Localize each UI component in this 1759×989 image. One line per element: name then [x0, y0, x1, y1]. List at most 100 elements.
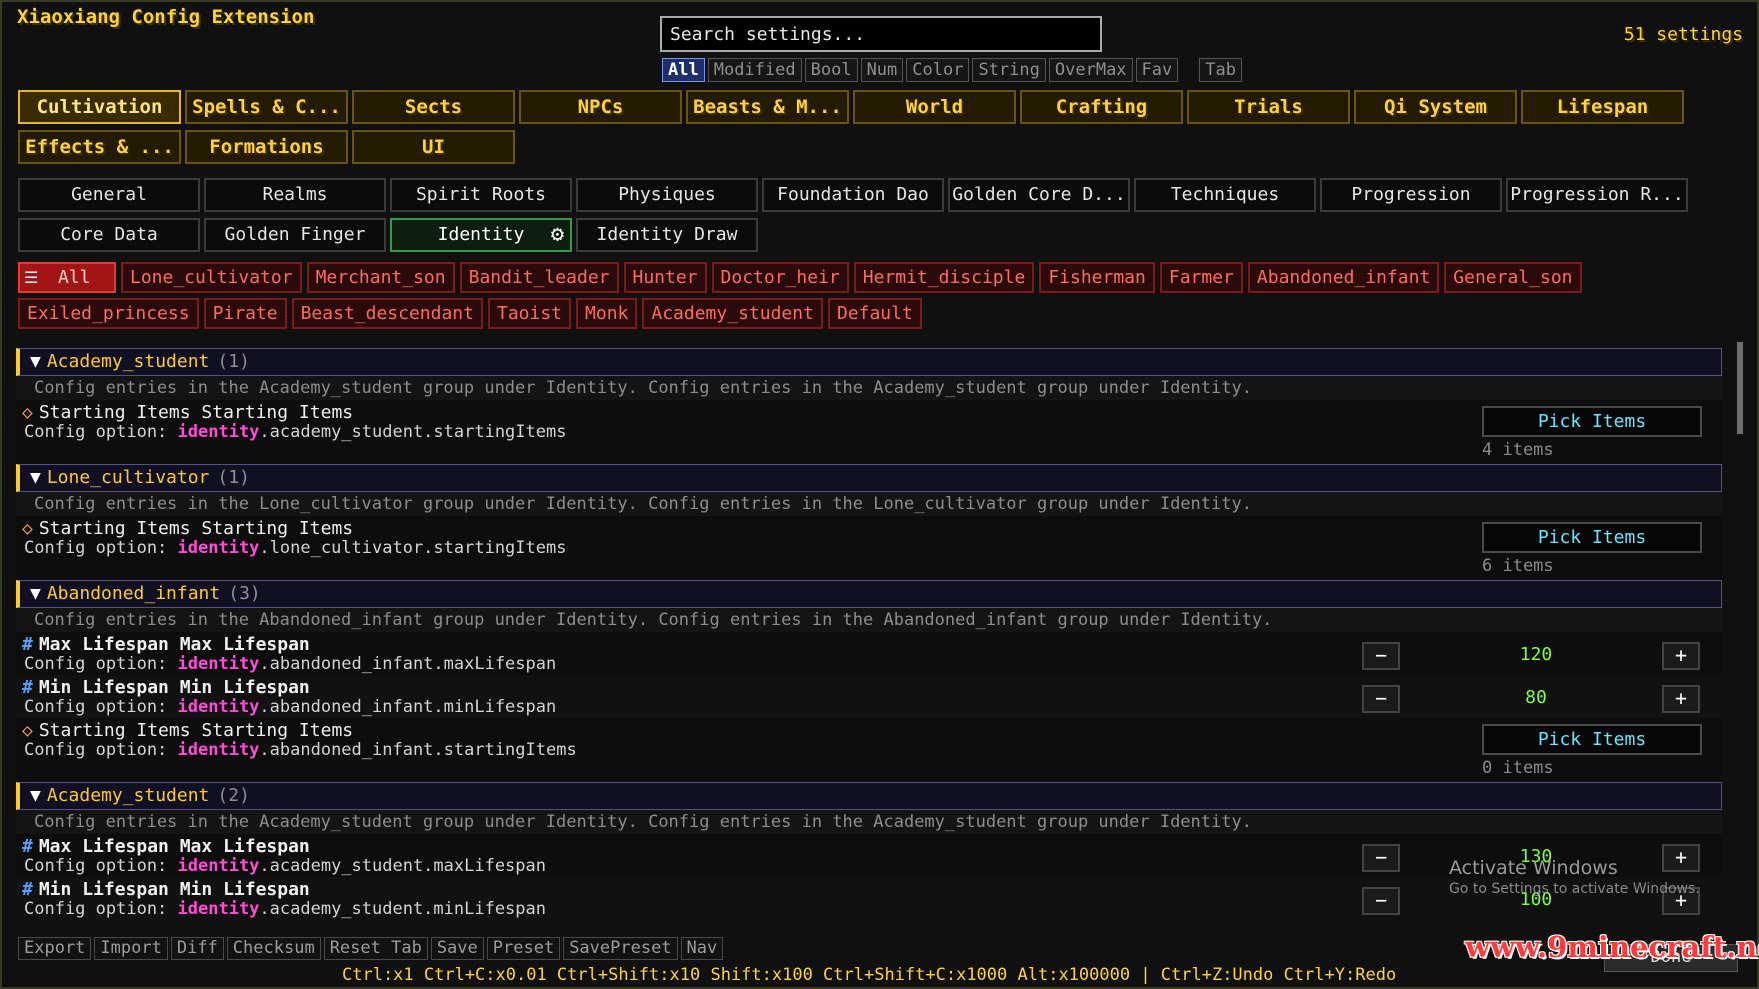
group-header[interactable]: ▼ Academy_student (2) [16, 782, 1722, 810]
triangle-down-icon[interactable]: ▼ [30, 467, 41, 488]
entry-label: Max Lifespan Max Lifespan [38, 836, 310, 857]
identity-filter[interactable]: Fisherman [1039, 262, 1155, 293]
subtab[interactable]: Realms [204, 178, 386, 212]
toolbar-button-diff[interactable]: Diff [170, 937, 224, 960]
subtab[interactable]: Spirit Roots [390, 178, 572, 212]
settings-list[interactable]: ▼ Academy_student (1) Config entries in the… [16, 348, 1722, 940]
identity-filter[interactable]: Default [827, 298, 922, 329]
filter-tab[interactable]: Tab [1199, 58, 1242, 82]
decrement-button[interactable]: − [1362, 685, 1400, 713]
gear-icon[interactable]: ⚙ [551, 223, 564, 247]
filter-all[interactable]: All [662, 58, 705, 82]
subtab-label: Foundation Dao [777, 184, 929, 205]
subtab[interactable]: Golden Core D... [948, 178, 1130, 212]
subtab[interactable]: Identity Draw [576, 218, 758, 252]
category-row-2: Effects & ... Formations UI [18, 130, 515, 164]
decrement-button[interactable]: − [1362, 642, 1400, 670]
category-tab[interactable]: Lifespan [1521, 90, 1684, 124]
toolbar-button-save[interactable]: Save [430, 937, 484, 960]
category-tab[interactable]: Beasts & M... [686, 90, 849, 124]
increment-button[interactable]: + [1662, 685, 1700, 713]
filter-string[interactable]: String [972, 58, 1046, 82]
category-tab[interactable]: Effects & ... [18, 130, 181, 164]
filter-bool[interactable]: Bool [804, 58, 858, 82]
entry-name: ◇ Starting Items Starting Items [22, 402, 353, 423]
increment-button[interactable]: + [1662, 642, 1700, 670]
number-value[interactable]: 80 [1456, 687, 1616, 708]
search-input[interactable]: Search settings... [660, 16, 1102, 52]
filter-num[interactable]: Num [860, 58, 904, 82]
toolbar-button-reset-tab[interactable]: Reset Tab [323, 937, 428, 960]
pick-items-button[interactable]: Pick Items [1482, 522, 1702, 553]
subtab[interactable]: Identity ⚙ [390, 218, 572, 252]
group-description: Config entries in the Abandoned_infant g… [16, 608, 1722, 632]
category-tab[interactable]: Trials [1187, 90, 1350, 124]
category-tab[interactable]: Qi System [1354, 90, 1517, 124]
identity-filter[interactable]: Beast_descendant [291, 298, 483, 329]
identity-filter[interactable]: General_son [1444, 262, 1582, 293]
identity-filter[interactable]: Pirate [203, 298, 287, 329]
decrement-button[interactable]: − [1362, 887, 1400, 915]
group-description: Config entries in the Academy_student gr… [16, 376, 1722, 400]
category-tab[interactable]: Sects [352, 90, 515, 124]
subtab[interactable]: Progression R... [1506, 178, 1688, 212]
identity-filter[interactable]: Abandoned_infant [1247, 262, 1440, 293]
category-tab[interactable]: World [853, 90, 1016, 124]
identity-filter[interactable]: Monk [576, 298, 638, 329]
filter-color[interactable]: Color [906, 58, 970, 82]
category-tab[interactable]: UI [352, 130, 515, 164]
identity-filter[interactable]: Hunter [623, 262, 707, 293]
identity-filter[interactable]: Lone_cultivator [121, 262, 302, 293]
entry-name: ◇ Starting Items Starting Items [22, 518, 353, 539]
triangle-down-icon[interactable]: ▼ [30, 583, 41, 604]
identity-filter-row-2: Exiled_princess Pirate Beast_descendant Tao… [18, 298, 922, 329]
identity-filter[interactable]: Bandit_leader [459, 262, 619, 293]
group-header[interactable]: ▼ Academy_student (1) [16, 348, 1722, 376]
category-tab[interactable]: Cultivation [18, 90, 181, 124]
subtab[interactable]: Physiques [576, 178, 758, 212]
filter-modified[interactable]: Modified [707, 58, 802, 82]
identity-filter[interactable]: Taoist [487, 298, 572, 329]
option-prefix: Config option: [24, 422, 178, 442]
identity-filter[interactable]: Doctor_heir [711, 262, 849, 293]
subtab[interactable]: Foundation Dao [762, 178, 944, 212]
identity-filter[interactable]: Exiled_princess [18, 298, 199, 329]
number-value[interactable]: 120 [1456, 644, 1616, 665]
category-tab[interactable]: Formations [185, 130, 348, 164]
subtab[interactable]: Golden Finger [204, 218, 386, 252]
identity-filter[interactable]: ☰ All [18, 262, 116, 293]
identity-filter[interactable]: Merchant_son [306, 262, 455, 293]
category-tab[interactable]: NPCs [519, 90, 682, 124]
pick-items-button[interactable]: Pick Items [1482, 724, 1702, 755]
toolbar-button-export[interactable]: Export [18, 937, 92, 960]
identity-filter[interactable]: Hermit_disciple [853, 262, 1035, 293]
subtab[interactable]: Techniques [1134, 178, 1316, 212]
triangle-down-icon[interactable]: ▼ [30, 351, 41, 372]
option-namespace: identity [177, 422, 260, 442]
settings-count: 51 settings [1623, 24, 1743, 45]
config-option-path: Config option: identity.abandoned_infant… [24, 740, 577, 760]
filter-overmax[interactable]: OverMax [1048, 58, 1133, 82]
subtab[interactable]: General [18, 178, 200, 212]
toolbar-button-nav[interactable]: Nav [680, 937, 724, 960]
group-description: Config entries in the Lone_cultivator gr… [16, 492, 1722, 516]
config-option-path: Config option: identity.abandoned_infant… [24, 697, 556, 717]
filter-fav[interactable]: Fav [1135, 58, 1179, 82]
identity-filter[interactable]: Farmer [1159, 262, 1243, 293]
scrollbar-thumb[interactable] [1737, 342, 1743, 434]
group-header[interactable]: ▼ Lone_cultivator (1) [16, 464, 1722, 492]
group-header[interactable]: ▼ Abandoned_infant (3) [16, 580, 1722, 608]
toolbar-button-checksum[interactable]: Checksum [226, 937, 321, 960]
triangle-down-icon[interactable]: ▼ [30, 785, 41, 806]
subtab[interactable]: Progression [1320, 178, 1502, 212]
decrement-button[interactable]: − [1362, 844, 1400, 872]
toolbar-button-savepreset[interactable]: SavePreset [563, 937, 678, 960]
identity-filter[interactable]: Academy_student [642, 298, 823, 329]
toolbar-button-import[interactable]: Import [94, 937, 168, 960]
option-prefix: Config option: [24, 654, 178, 674]
pick-items-button[interactable]: Pick Items [1482, 406, 1702, 437]
toolbar-button-preset[interactable]: Preset [486, 937, 561, 960]
subtab[interactable]: Core Data [18, 218, 200, 252]
category-tab[interactable]: Crafting [1020, 90, 1183, 124]
category-tab[interactable]: Spells & C... [185, 90, 348, 124]
